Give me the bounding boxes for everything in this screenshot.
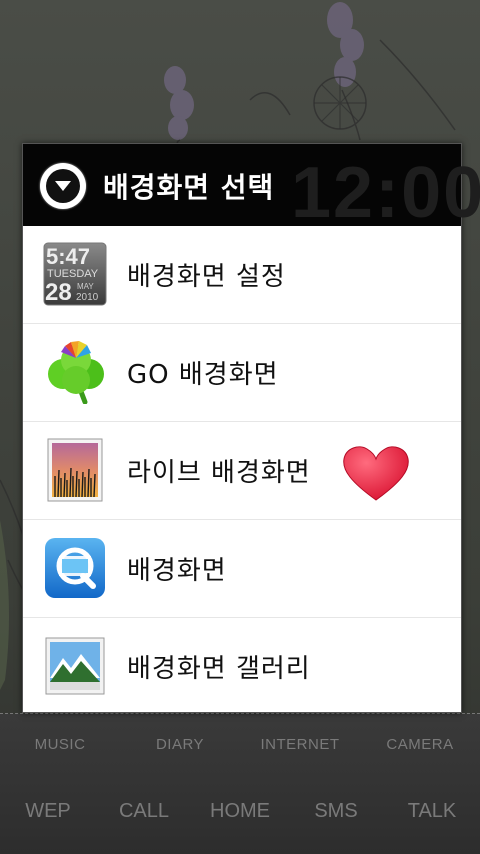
dock-row-top: MUSIC DIARY INTERNET CAMERA — [0, 736, 480, 753]
live-wallpaper-icon — [43, 438, 107, 502]
clock-widget-icon: 5:47 TUESDAY 28 MAY 2010 — [43, 242, 107, 306]
dock-item-camera[interactable]: CAMERA — [360, 736, 480, 753]
list-item-wallpaper-gallery[interactable]: 배경화면 갤러리 — [23, 618, 461, 715]
dock-item-home[interactable]: HOME — [192, 800, 288, 823]
wallpaper-chooser-dialog: 12:00 배경화면 선택 5:47 TUESDAY 28 MAY 2010 배… — [22, 143, 480, 715]
dock-item-talk[interactable]: TALK — [384, 800, 480, 823]
wallpaper-options-list: 5:47 TUESDAY 28 MAY 2010 배경화면 설정 GO 배경화면… — [23, 226, 461, 715]
list-item-label: 배경화면 — [127, 556, 227, 586]
list-item-label: 라이브 배경화면 — [127, 458, 311, 488]
dock-item-diary[interactable]: DIARY — [120, 736, 240, 753]
wallpaper-app-icon — [43, 536, 107, 600]
dock-item-wep[interactable]: WEP — [0, 800, 96, 823]
dock: MUSIC DIARY INTERNET CAMERA WEP CALL HOM… — [0, 714, 480, 854]
list-item-live-wallpaper[interactable]: 라이브 배경화면 — [23, 422, 461, 520]
dock-item-call[interactable]: CALL — [96, 800, 192, 823]
gallery-icon — [43, 634, 107, 698]
list-item-wallpaper[interactable]: 배경화면 — [23, 520, 461, 618]
dropdown-circle-icon — [40, 163, 86, 209]
clock-icon-time: 5:47 — [46, 244, 90, 269]
list-item-wallpaper-settings[interactable]: 5:47 TUESDAY 28 MAY 2010 배경화면 설정 — [23, 226, 461, 324]
list-item-label: 배경화면 갤러리 — [127, 654, 311, 684]
list-item-label: GO 배경화면 — [127, 360, 279, 390]
dock-item-music[interactable]: MUSIC — [0, 736, 120, 753]
dock-item-sms[interactable]: SMS — [288, 800, 384, 823]
clover-icon — [43, 340, 107, 405]
dialog-header: 12:00 배경화면 선택 — [23, 144, 480, 233]
clock-icon-date: 28 — [45, 279, 72, 306]
background-clock-text: 12:00 — [291, 153, 480, 233]
heart-icon — [341, 444, 411, 508]
dialog-title: 배경화면 선택 — [103, 171, 275, 204]
dock-item-internet[interactable]: INTERNET — [240, 736, 360, 753]
clock-icon-year: 2010 — [76, 292, 99, 303]
clock-icon-month: MAY — [77, 282, 94, 291]
list-item-label: 배경화면 설정 — [127, 262, 286, 292]
dock-row-bottom: WEP CALL HOME SMS TALK — [0, 800, 480, 823]
list-item-go-wallpaper[interactable]: GO 배경화면 — [23, 324, 461, 422]
